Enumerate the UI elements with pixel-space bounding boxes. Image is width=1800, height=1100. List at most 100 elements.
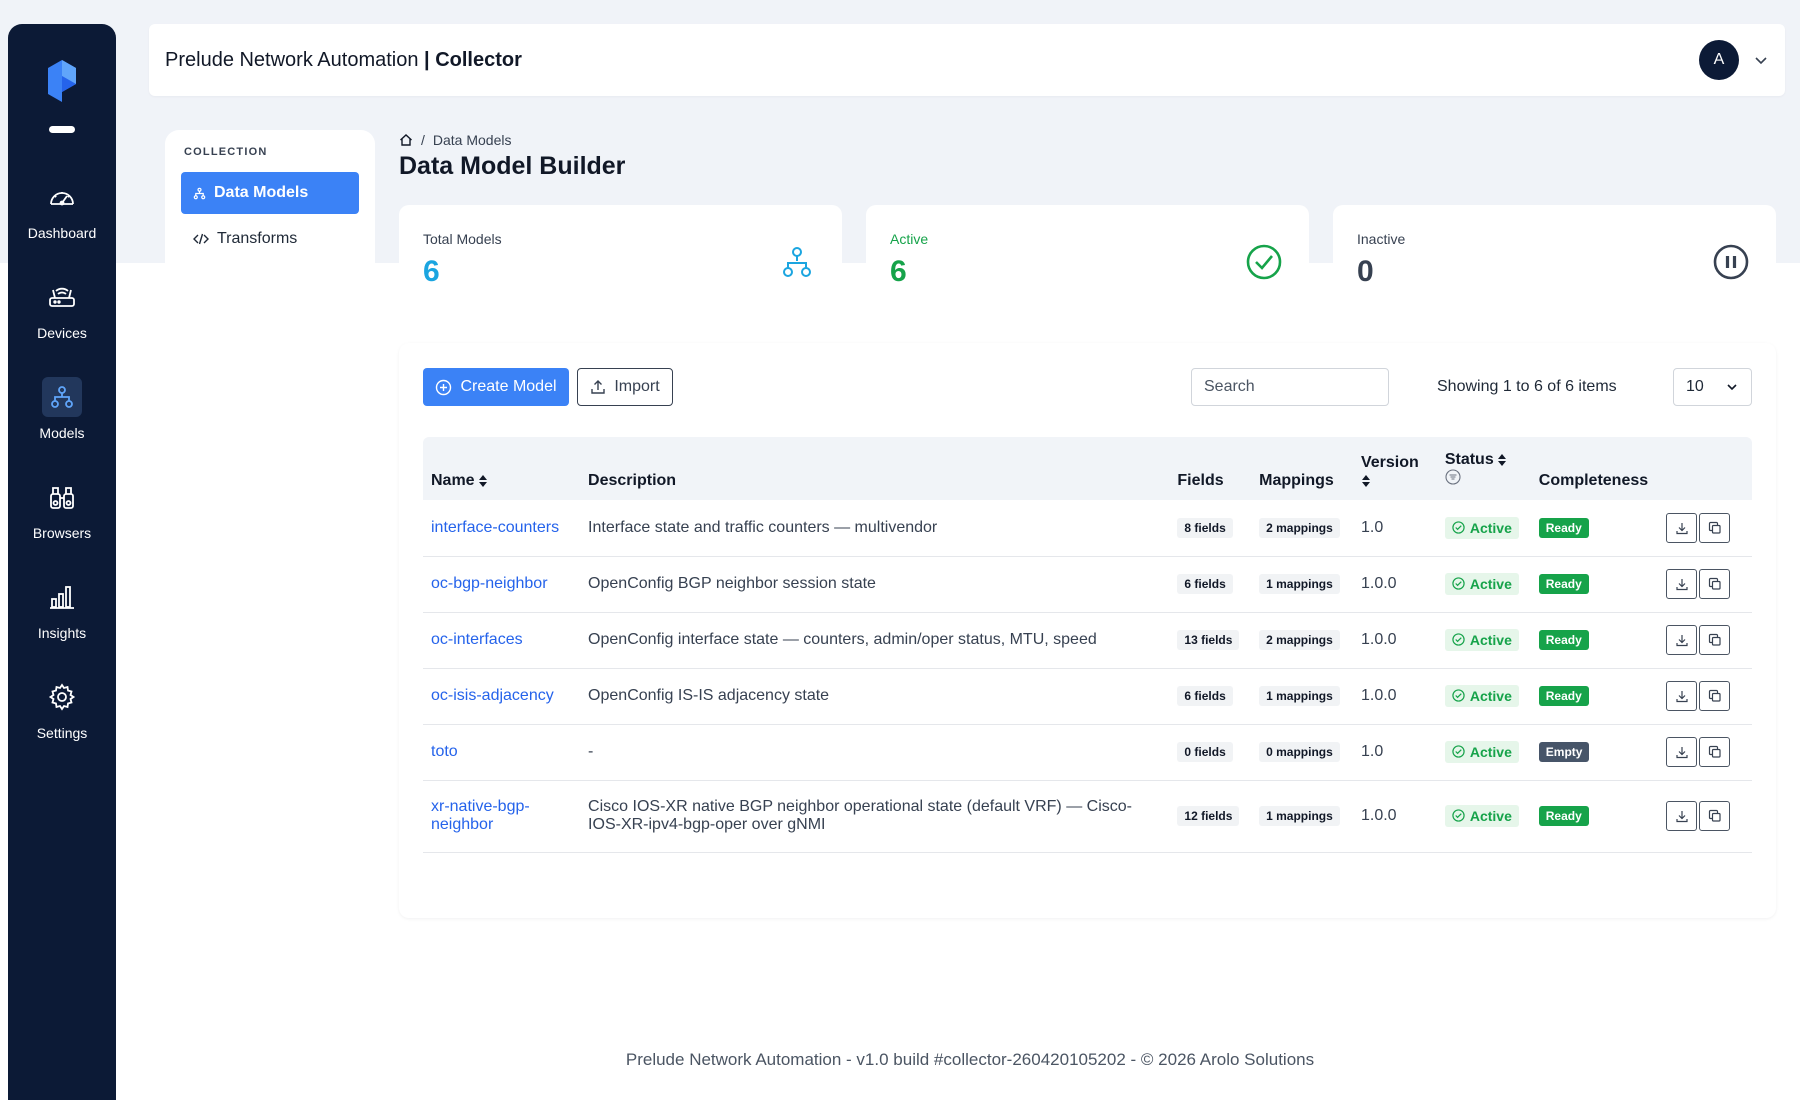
completeness-badge: Empty xyxy=(1538,742,1590,762)
download-icon xyxy=(1676,579,1688,591)
table-row[interactable]: oc-interfaces OpenConfig interface state… xyxy=(423,612,1752,669)
status-text: Active xyxy=(1469,807,1512,824)
bar-chart-icon xyxy=(42,577,82,617)
cell-mappings: 1 mappings xyxy=(1251,556,1353,613)
download-button[interactable] xyxy=(1666,625,1698,655)
logo-icon[interactable] xyxy=(42,56,82,106)
column-header-version[interactable]: Version xyxy=(1353,437,1437,500)
sidebar-item-browsers[interactable]: Browsers xyxy=(8,477,116,541)
user-menu[interactable]: A xyxy=(1699,40,1769,80)
collection-title: COLLECTION xyxy=(184,146,268,158)
cell-mappings: 2 mappings xyxy=(1251,500,1353,557)
download-button[interactable] xyxy=(1666,737,1698,767)
chevron-down-icon[interactable] xyxy=(1753,52,1769,68)
sidebar-item-settings[interactable]: Settings xyxy=(8,677,116,741)
status-text: Active xyxy=(1469,575,1512,592)
cell-version: 1.0.0 xyxy=(1352,668,1437,725)
stat-card-inactive: Inactive 0 xyxy=(1333,205,1776,318)
collection-item-data-models[interactable]: Data Models xyxy=(181,172,359,214)
download-button[interactable] xyxy=(1666,569,1698,599)
fields-badge: 8 fields xyxy=(1177,517,1233,538)
status-text: Active xyxy=(1469,631,1512,648)
download-icon xyxy=(1676,522,1688,534)
stat-value: 6 xyxy=(890,255,907,288)
cell-name: interface-counters xyxy=(423,500,581,557)
page-title: Data Model Builder xyxy=(399,152,626,180)
app-title-separator: | xyxy=(418,48,436,71)
column-header-completeness: Completeness xyxy=(1538,472,1649,489)
duplicate-button[interactable] xyxy=(1699,625,1731,655)
copy-icon xyxy=(1708,689,1721,702)
sidebar-item-label: Insights xyxy=(37,625,87,641)
stat-label: Total Models xyxy=(423,231,502,247)
status-badge: Active xyxy=(1444,804,1519,827)
sidebar-collapse-handle[interactable] xyxy=(49,126,75,133)
sidebar-item-label: Dashboard xyxy=(27,225,97,241)
duplicate-button[interactable] xyxy=(1699,681,1731,711)
sort-icon[interactable] xyxy=(1497,453,1507,467)
duplicate-button[interactable] xyxy=(1699,801,1731,831)
cell-mappings: 1 mappings xyxy=(1251,780,1353,853)
model-name-link[interactable]: toto xyxy=(431,743,458,760)
copy-icon xyxy=(1708,633,1721,646)
collection-item-transforms[interactable]: Transforms xyxy=(181,218,359,260)
duplicate-button[interactable] xyxy=(1699,737,1731,767)
download-icon xyxy=(1676,635,1688,647)
model-name-link[interactable]: xr-native-bgp-neighbor xyxy=(431,798,530,833)
table-row[interactable]: oc-isis-adjacency OpenConfig IS-IS adjac… xyxy=(423,668,1752,725)
models-table-card: Create Model Import Showing 1 to 6 of 6 … xyxy=(399,343,1776,918)
cell-fields: 6 fields xyxy=(1169,556,1252,613)
table-row[interactable]: xr-native-bgp-neighbor Cisco IOS-XR nati… xyxy=(423,780,1752,853)
mappings-badge: 1 mappings xyxy=(1259,686,1340,706)
cell-actions xyxy=(1656,724,1752,781)
home-icon[interactable] xyxy=(399,133,413,147)
column-header-name[interactable]: Name xyxy=(423,437,580,500)
mappings-badge: 2 mappings xyxy=(1259,630,1340,650)
column-header-description: Description xyxy=(588,472,677,489)
breadcrumb: / Data Models xyxy=(399,132,511,148)
fields-badge: 6 fields xyxy=(1177,574,1233,594)
download-button[interactable] xyxy=(1666,681,1698,711)
check-circle-icon xyxy=(1452,745,1465,758)
cell-actions xyxy=(1656,668,1752,725)
download-icon xyxy=(1676,811,1688,823)
completeness-badge: Ready xyxy=(1538,574,1589,594)
model-name-link[interactable]: oc-isis-adjacency xyxy=(431,687,554,704)
cell-name: xr-native-bgp-neighbor xyxy=(423,780,581,853)
column-header-mappings: Mappings xyxy=(1259,472,1334,489)
column-header-status[interactable]: Status xyxy=(1437,437,1531,500)
cell-mappings: 2 mappings xyxy=(1251,612,1353,669)
sidebar-item-dashboard[interactable]: Dashboard xyxy=(8,177,116,241)
model-name-link[interactable]: interface-counters xyxy=(431,519,559,536)
cell-fields: 12 fields xyxy=(1169,780,1252,853)
mappings-badge: 1 mappings xyxy=(1259,806,1340,826)
sort-icon[interactable] xyxy=(478,474,488,488)
breadcrumb-separator: / xyxy=(421,132,425,148)
fields-badge: 6 fields xyxy=(1177,686,1233,706)
model-name-link[interactable]: oc-bgp-neighbor xyxy=(431,575,548,592)
table-row[interactable]: toto - 0 fields 0 mappings 1.0 Active Em… xyxy=(423,724,1752,781)
create-model-button[interactable]: Create Model xyxy=(423,368,569,406)
page-size-select[interactable]: 10 xyxy=(1673,368,1752,406)
check-circle-icon xyxy=(1452,577,1465,590)
search-input[interactable] xyxy=(1191,368,1389,406)
model-name-link[interactable]: oc-interfaces xyxy=(431,631,523,648)
import-button[interactable]: Import xyxy=(577,368,673,406)
page-size-value: 10 xyxy=(1686,378,1704,395)
table-row[interactable]: oc-bgp-neighbor OpenConfig BGP neighbor … xyxy=(423,556,1752,613)
download-button[interactable] xyxy=(1666,801,1698,831)
avatar[interactable]: A xyxy=(1699,40,1739,80)
cell-version: 1.0 xyxy=(1352,500,1437,557)
download-button[interactable] xyxy=(1666,512,1698,543)
sidebar-item-insights[interactable]: Insights xyxy=(8,577,116,641)
table-row[interactable]: interface-counters Interface state and t… xyxy=(423,500,1752,557)
sidebar-item-devices[interactable]: Devices xyxy=(8,277,116,341)
cell-status: Active xyxy=(1436,612,1531,669)
sort-icon[interactable] xyxy=(1361,474,1371,488)
cell-version: 1.0.0 xyxy=(1352,780,1437,853)
copy-icon xyxy=(1708,809,1721,822)
filter-icon[interactable] xyxy=(1445,469,1461,485)
sidebar-item-models[interactable]: Models xyxy=(8,377,116,441)
duplicate-button[interactable] xyxy=(1699,512,1731,543)
duplicate-button[interactable] xyxy=(1699,569,1731,599)
